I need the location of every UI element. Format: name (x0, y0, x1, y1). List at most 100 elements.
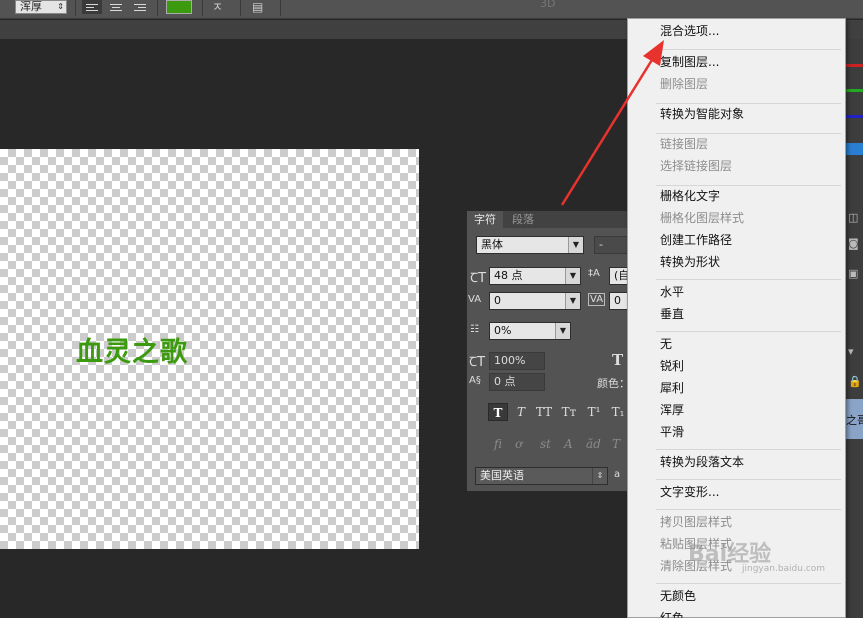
leading-icon: ‡A (588, 268, 600, 279)
divider (280, 0, 281, 16)
menu-item-aa-sharp[interactable]: 锐利 (660, 356, 684, 376)
kerning-input[interactable]: 0 ▼ (489, 292, 581, 310)
menu-item-delete-layer[interactable]: 删除图层 (660, 74, 708, 94)
warp-text-icon[interactable]: ㅈ (212, 0, 223, 14)
canvas-text-layer[interactable]: 血灵之歌 (76, 330, 188, 369)
menu-item-create-work-path[interactable]: 创建工作路径 (660, 230, 732, 250)
image-icon[interactable]: ▣ (848, 267, 858, 280)
tracking-value: 0 (614, 294, 621, 307)
font-family-value: 黑体 (481, 238, 503, 251)
menu-gutter (628, 19, 654, 617)
blue-channel-bar (846, 115, 863, 118)
font-style-value: - (599, 238, 603, 251)
menu-item-blending-options[interactable]: 混合选项... (660, 21, 719, 41)
font-size-icon: ꞆT (470, 271, 487, 286)
scale-percent-input[interactable]: 0% ▼ (489, 322, 571, 340)
tracking-icon: VA (588, 293, 606, 306)
chevron-down-icon: ▼ (568, 237, 583, 253)
menu-separator (656, 583, 841, 584)
superscript-button[interactable]: T¹ (584, 403, 604, 421)
menu-item-rasterize-type[interactable]: 栅格化文字 (660, 186, 720, 206)
menu-item-aa-none[interactable]: 无 (660, 334, 672, 354)
mode-3d-label[interactable]: 3D (540, 0, 555, 10)
horizontal-scale-icon: T (612, 351, 624, 369)
menu-separator (656, 509, 841, 510)
language-select[interactable]: 美国英语 ⇕ (475, 467, 608, 485)
menu-item-select-linked-layers[interactable]: 选择链接图层 (660, 156, 732, 176)
lock-icon[interactable]: 🔒 (848, 375, 862, 388)
menu-item-convert-smart-object[interactable]: 转换为智能对象 (660, 104, 744, 124)
divider (75, 0, 76, 16)
antialias-value: 浑厚 (20, 0, 42, 13)
stylistic-button[interactable]: st (540, 437, 551, 451)
menu-item-red[interactable]: 红色 (660, 608, 684, 618)
menu-item-horizontal[interactable]: 水平 (660, 282, 684, 302)
kerning-value: 0 (494, 294, 501, 307)
panel-tabs: 字符 段落 (467, 211, 631, 228)
menu-item-vertical[interactable]: 垂直 (660, 304, 684, 324)
chevron-down-icon: ▼ (555, 323, 570, 339)
align-right-button[interactable] (130, 0, 150, 14)
align-left-button[interactable] (82, 0, 102, 14)
font-family-select[interactable]: 黑体 ▼ (476, 236, 584, 254)
align-center-button[interactable] (106, 0, 126, 14)
layer-name: 之哥 (846, 414, 863, 427)
panel-icon[interactable]: ◫ (848, 211, 858, 224)
divider (157, 0, 158, 16)
small-caps-button[interactable]: Tт (559, 403, 579, 421)
tab-paragraph[interactable]: 段落 (505, 211, 541, 228)
menu-separator (656, 49, 841, 50)
menu-item-no-color[interactable]: 无颜色 (660, 586, 696, 606)
vertical-scale-value: 100% (494, 354, 526, 367)
divider (240, 0, 241, 16)
text-color-swatch[interactable] (166, 0, 192, 14)
menu-item-link-layers[interactable]: 链接图层 (660, 134, 708, 154)
baseline-shift-value: 0 点 (494, 375, 516, 388)
discretionary-ligatures-button[interactable]: ơ (515, 437, 522, 451)
options-bar: 浑厚 ⇕ ㅈ ▤ 3D (0, 0, 863, 19)
kerning-icon: VA (468, 294, 482, 305)
vertical-scale-icon: ꞆT (469, 355, 486, 370)
panels-toggle-icon[interactable]: ▤ (252, 0, 263, 14)
menu-separator (656, 479, 841, 480)
menu-item-convert-to-shape[interactable]: 转换为形状 (660, 252, 720, 272)
menu-item-copy-layer-style[interactable]: 拷贝图层样式 (660, 512, 732, 532)
menu-item-aa-smooth[interactable]: 平滑 (660, 422, 684, 442)
divider (202, 0, 203, 16)
antialias-select[interactable]: 浑厚 ⇕ (15, 0, 67, 14)
proportional-spacing-icon: ☷ (470, 324, 479, 335)
menu-separator (656, 331, 841, 332)
menu-separator (656, 449, 841, 450)
document-canvas[interactable] (0, 149, 419, 549)
selected-layer-row[interactable]: 之哥 (846, 399, 863, 439)
subscript-button[interactable]: T₁ (608, 403, 628, 421)
menu-item-duplicate-layer[interactable]: 复制图层... (660, 52, 719, 72)
faux-bold-button[interactable]: T (488, 403, 508, 421)
menu-item-warp-text[interactable]: 文字变形... (660, 482, 719, 502)
swash-button[interactable]: A (564, 437, 573, 451)
faux-italic-button[interactable]: T (511, 403, 531, 421)
baseline-shift-icon: A§ (469, 375, 481, 386)
menu-item-rasterize-layer-style[interactable]: 栅格化图层样式 (660, 208, 744, 228)
font-size-input[interactable]: 48 点 ▼ (489, 267, 581, 285)
green-channel-bar (846, 89, 863, 92)
all-caps-button[interactable]: TT (534, 403, 554, 421)
antialias-icon: a (614, 469, 621, 480)
tab-character[interactable]: 字符 (467, 211, 503, 228)
dropdown-icon[interactable]: ▾ (848, 345, 854, 358)
color-label: 颜色： (597, 377, 630, 390)
ordinals-button[interactable]: T (612, 437, 620, 451)
chevron-down-icon: ▼ (565, 268, 580, 284)
baidu-watermark-url: jingyan.baidu.com (742, 564, 826, 574)
language-value: 美国英语 (480, 469, 524, 482)
baseline-shift-input[interactable]: 0 点 (489, 373, 545, 391)
menu-item-convert-paragraph-text[interactable]: 转换为段落文本 (660, 452, 744, 472)
ligatures-button[interactable]: fi (494, 437, 502, 451)
camera-icon[interactable]: ◙ (848, 237, 859, 250)
titling-button[interactable]: ãd (586, 437, 601, 451)
menu-item-aa-crisp[interactable]: 犀利 (660, 378, 684, 398)
menu-item-aa-strong[interactable]: 浑厚 (660, 400, 684, 420)
vertical-scale-input[interactable]: 100% (489, 352, 545, 370)
chevron-down-icon: ▼ (565, 293, 580, 309)
right-panel-strip: ◫ ◙ ▣ ▾ 🔒 之哥 (846, 39, 863, 618)
